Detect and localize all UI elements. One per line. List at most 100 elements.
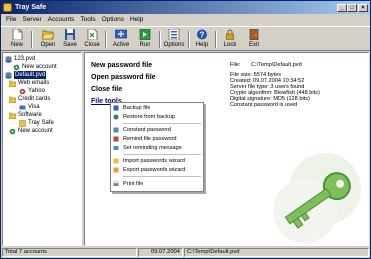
tree-item-label: Yahoo xyxy=(28,88,45,94)
menu-item-label: Remind file password xyxy=(123,136,177,142)
open-password-file-link[interactable]: Open password file xyxy=(91,73,156,82)
remind-icon xyxy=(113,136,119,142)
accounts-tree[interactable]: 123.pvd New account Default.pvd Web emai… xyxy=(2,52,82,246)
tree-item-label: Tray Safe xyxy=(28,120,54,126)
tree-item-software[interactable]: Software xyxy=(9,111,42,119)
lock-icon xyxy=(226,29,234,40)
minimize-button[interactable]: _ xyxy=(337,4,347,12)
menu-item-restore-from-backup[interactable]: Restore from backup xyxy=(113,113,201,121)
new-label: New xyxy=(10,42,23,48)
menu-item-export-passwords-wizard[interactable]: Export passwords wizard xyxy=(113,166,201,174)
close-window-button[interactable]: × xyxy=(358,4,368,12)
tree-item-label: New account xyxy=(18,128,53,134)
open-label: Open xyxy=(40,42,56,48)
close-file-icon xyxy=(87,29,98,40)
open-button[interactable]: Open xyxy=(38,28,58,50)
new-button[interactable]: New xyxy=(7,28,27,50)
tree-item-123pvd[interactable]: 123.pvd xyxy=(5,55,35,63)
menu-item-remind-file-password[interactable]: Remind file password xyxy=(113,135,201,143)
menu-item-label: Export passwords wizard xyxy=(123,167,186,173)
toolbar-separator xyxy=(159,31,161,48)
file-label: File: xyxy=(230,62,241,68)
menu-item-label: Set reminding message xyxy=(123,145,182,151)
toolbar: New Open Save Close Active Run Options ?… xyxy=(1,26,370,51)
help-label: Help xyxy=(195,42,209,48)
key-icon xyxy=(113,127,119,133)
folder-icon xyxy=(9,112,16,119)
menu-item-label: Backup file xyxy=(123,105,151,111)
active-icon xyxy=(115,29,127,39)
save-label: Save xyxy=(63,42,77,48)
account-icon xyxy=(19,88,26,94)
menu-tools[interactable]: Tools xyxy=(77,14,98,25)
file-path: C:\Temp\Default.pvd xyxy=(251,62,302,68)
active-label: Active xyxy=(112,42,130,48)
tree-item-credit-cards[interactable]: Credit cards xyxy=(9,95,50,103)
save-button[interactable]: Save xyxy=(60,28,80,50)
new-file-icon xyxy=(12,29,23,40)
status-total-accounts: Total 7 accounts xyxy=(2,248,137,257)
options-button[interactable]: Options xyxy=(164,28,184,50)
print-icon xyxy=(113,181,119,186)
window-title: Tray Safe xyxy=(15,4,47,11)
app-icon xyxy=(3,3,12,12)
menu-item-constant-password[interactable]: Constant password xyxy=(113,126,201,134)
tree-item-new-account-2[interactable]: New account xyxy=(9,127,53,135)
tree-item-label: Default.pvd xyxy=(14,71,47,79)
active-button[interactable]: Active xyxy=(110,28,132,50)
options-icon xyxy=(168,29,180,40)
menu-help[interactable]: Help xyxy=(127,14,146,25)
menu-item-label: Restore from backup xyxy=(123,114,175,120)
folder-icon xyxy=(9,96,16,103)
help-icon: ? xyxy=(197,29,207,40)
database-icon xyxy=(5,55,12,63)
options-label: Options xyxy=(163,42,185,48)
key-illustration xyxy=(273,153,361,243)
run-icon xyxy=(139,29,151,40)
new-password-file-link[interactable]: New password file xyxy=(91,61,152,70)
menu-item-print-file[interactable]: Print file xyxy=(113,180,201,188)
close-file-link[interactable]: Close file xyxy=(91,85,122,94)
exit-button[interactable]: Exit xyxy=(245,28,263,50)
account-icon xyxy=(13,64,20,70)
tree-item-new-account[interactable]: New account xyxy=(13,63,57,71)
account-icon xyxy=(19,105,26,109)
menu-item-import-passwords-wizard[interactable]: Import passwords wizard xyxy=(113,157,201,165)
menu-bar: File Server Accounts Tools Options Help xyxy=(1,14,370,25)
database-icon xyxy=(5,71,12,79)
run-button[interactable]: Run xyxy=(135,28,155,50)
account-icon xyxy=(9,128,16,134)
tree-item-visa[interactable]: Visa xyxy=(19,103,40,111)
menu-separator xyxy=(123,123,201,124)
backup-icon xyxy=(113,105,119,111)
menu-server[interactable]: Server xyxy=(19,14,44,25)
menu-options[interactable]: Options xyxy=(99,14,127,25)
menu-item-backup-file[interactable]: Backup file xyxy=(113,104,201,112)
menu-file[interactable]: File xyxy=(3,14,19,25)
tree-item-label: Software xyxy=(18,112,42,118)
help-button[interactable]: ? Help xyxy=(193,28,211,50)
tree-item-label: Credit cards xyxy=(18,96,51,102)
title-bar[interactable]: Tray Safe _ □ × xyxy=(1,1,370,14)
menu-accounts[interactable]: Accounts xyxy=(45,14,78,25)
export-icon xyxy=(113,167,119,173)
menu-item-set-reminding-message[interactable]: Set reminding message xyxy=(113,144,201,152)
tree-item-label: New account xyxy=(22,64,57,70)
menu-item-label: Constant password xyxy=(123,127,171,133)
svg-text:?: ? xyxy=(200,31,205,40)
status-date: 09.07.2004 xyxy=(138,248,183,257)
tree-item-default-pvd[interactable]: Default.pvd xyxy=(5,71,47,79)
status-bar: Total 7 accounts 09.07.2004 C:\Temp\Defa… xyxy=(1,247,370,258)
lock-button[interactable]: Lock xyxy=(221,28,239,50)
maximize-button[interactable]: □ xyxy=(347,4,357,12)
tree-item-label: Visa xyxy=(28,104,40,110)
tree-item-yahoo[interactable]: Yahoo xyxy=(19,87,45,95)
exit-label: Exit xyxy=(248,42,259,48)
tree-item-web-emails[interactable]: Web emails xyxy=(9,79,49,87)
status-file-path: C:\Temp\Default.pvd xyxy=(184,248,369,257)
close-file-button[interactable]: Close xyxy=(82,28,102,50)
tree-item-tray-safe[interactable]: Tray Safe xyxy=(19,119,54,127)
folder-icon xyxy=(9,80,16,87)
menu-item-label: Print file xyxy=(123,181,144,187)
run-label: Run xyxy=(139,42,151,48)
